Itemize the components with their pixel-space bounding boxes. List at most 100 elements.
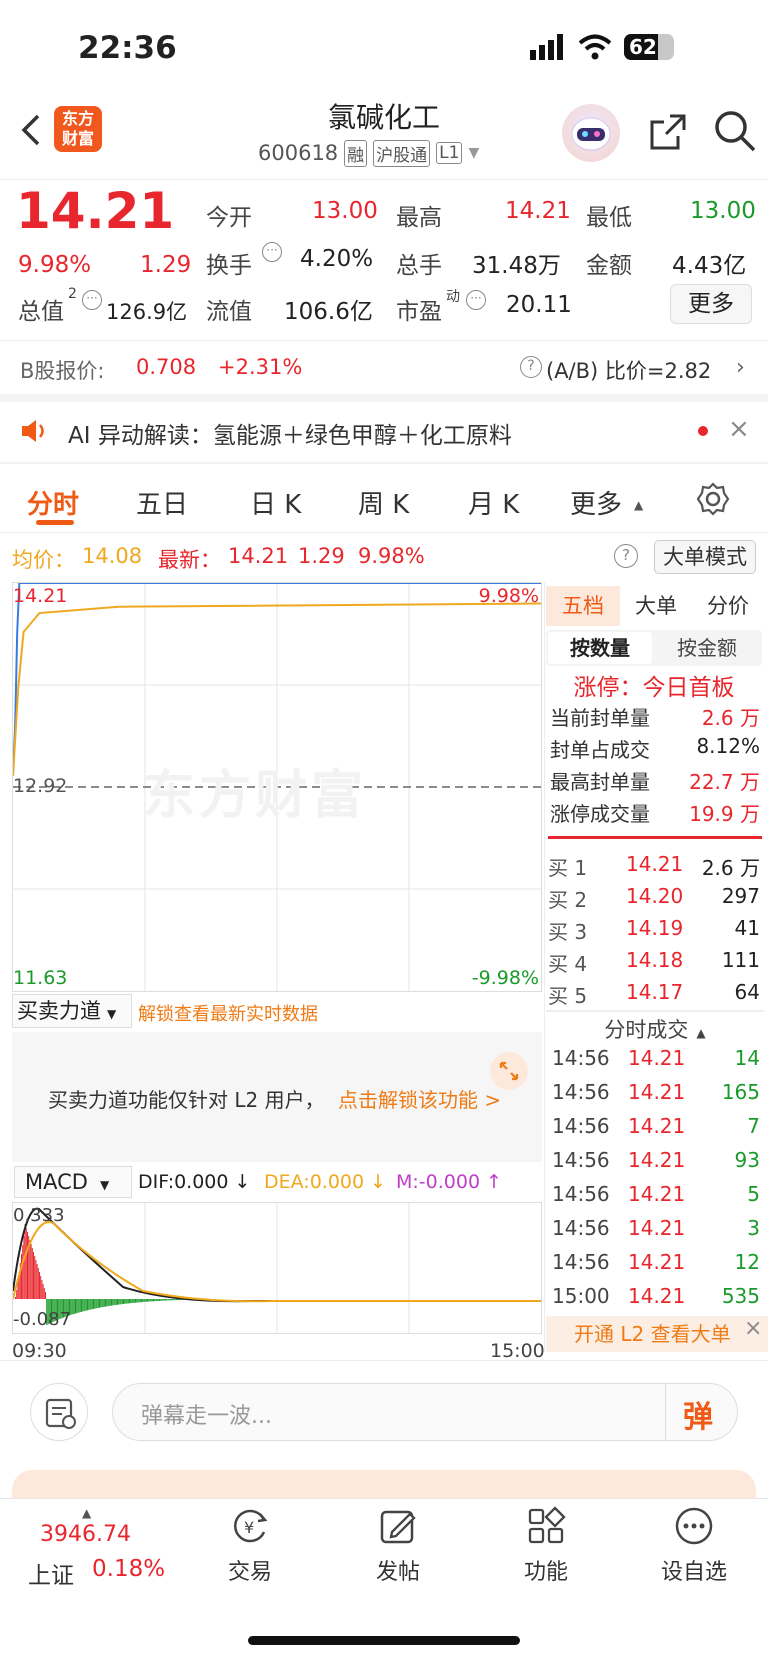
tick-volume: 3 bbox=[747, 1216, 760, 1240]
tab-big-orders[interactable]: 大单 bbox=[622, 586, 690, 626]
subtab-by-quantity[interactable]: 按数量 bbox=[548, 632, 652, 664]
limit-row-value: 8.12% bbox=[696, 734, 760, 758]
tag-level: L1 bbox=[436, 142, 463, 164]
send-danmaku-button[interactable]: 弹 bbox=[683, 1392, 713, 1436]
macd-bar bbox=[165, 1299, 166, 1301]
share-icon[interactable] bbox=[646, 110, 690, 154]
macd-bar bbox=[159, 1299, 160, 1301]
tab-five-day[interactable]: 五日 bbox=[136, 484, 188, 521]
tab-month-k[interactable]: 月 K bbox=[468, 484, 519, 521]
tick-row: 14:56 14.21 7 bbox=[548, 1114, 764, 1146]
tick-volume: 93 bbox=[734, 1148, 760, 1172]
macd-bar bbox=[91, 1299, 93, 1310]
close-icon[interactable]: × bbox=[728, 414, 750, 444]
macd-chart[interactable]: 0.333 -0.087 bbox=[12, 1202, 542, 1334]
macd-bar bbox=[33, 1252, 34, 1299]
bid-row: 买 5 14.17 64 bbox=[548, 980, 764, 1010]
more-button[interactable]: 更多 bbox=[670, 284, 752, 324]
bid-price: 14.20 bbox=[626, 884, 684, 908]
x-end-label: 15:00 bbox=[490, 1340, 545, 1362]
volume-value: 31.48万 bbox=[472, 253, 561, 279]
battery-level: 62 bbox=[629, 35, 657, 59]
tab-more[interactable]: 更多 bbox=[570, 484, 622, 521]
expand-icon[interactable] bbox=[490, 1052, 528, 1090]
force-label: 买卖力道 bbox=[17, 999, 101, 1023]
force-header: 买卖力道 ▼ 解锁查看最新实时数据 bbox=[12, 994, 542, 1030]
tab-intraday[interactable]: 分时 bbox=[27, 484, 79, 521]
macd-bar bbox=[87, 1299, 88, 1311]
macd-bar bbox=[161, 1299, 163, 1301]
macd-bar bbox=[109, 1299, 111, 1306]
bid-label: 买 1 bbox=[548, 856, 588, 880]
latest-value: 14.21 bbox=[228, 544, 289, 568]
speaker-icon bbox=[20, 418, 50, 444]
macd-bar bbox=[150, 1299, 152, 1302]
macd-bar bbox=[42, 1284, 44, 1299]
ai-insight-bar[interactable]: AI 异动解读：氢能源＋绿色甲醇＋化工原料 × bbox=[0, 402, 768, 462]
nav-post[interactable]: 发帖 bbox=[343, 1506, 453, 1586]
tab-week-k[interactable]: 周 K bbox=[358, 484, 409, 521]
robot-assistant-icon[interactable] bbox=[562, 104, 620, 162]
tab-day-k[interactable]: 日 K bbox=[250, 484, 301, 521]
macd-dea: DEA:0.000 ↓ bbox=[264, 1171, 387, 1193]
latest-pct: 9.98% bbox=[358, 544, 425, 568]
danmaku-list-icon[interactable] bbox=[30, 1383, 88, 1441]
tick-row: 14:56 14.21 5 bbox=[548, 1182, 764, 1214]
big-order-mode-button[interactable]: 大单模式 bbox=[654, 540, 756, 574]
high-label: 最高 bbox=[396, 205, 442, 231]
gear-icon[interactable] bbox=[696, 482, 730, 516]
index-value: 3946.74 bbox=[40, 1522, 131, 1547]
tick-time: 14:56 bbox=[552, 1148, 610, 1172]
force-dropdown[interactable]: 买卖力道 ▼ bbox=[12, 994, 132, 1028]
tick-volume: 7 bbox=[747, 1114, 760, 1138]
limit-row-label: 涨停成交量 bbox=[550, 802, 650, 826]
divider bbox=[0, 532, 768, 533]
y-top-label: 14.21 bbox=[13, 585, 68, 607]
subtab-by-amount[interactable]: 按金额 bbox=[654, 632, 760, 664]
divider bbox=[0, 1360, 768, 1361]
macd-bar bbox=[132, 1299, 134, 1303]
info-icon[interactable]: ··· bbox=[82, 290, 102, 310]
force-notice: 买卖力道功能仅针对 L2 用户， bbox=[48, 1088, 325, 1112]
pct-bottom-label: -9.98% bbox=[471, 967, 539, 989]
chevron-down-icon: ▼ bbox=[99, 1178, 110, 1192]
question-icon[interactable]: ? bbox=[520, 356, 542, 378]
index-ticker[interactable]: ▲ 3946.74 上证 0.18% bbox=[16, 1506, 166, 1606]
tab-price-dist[interactable]: 分价 bbox=[692, 586, 764, 626]
macd-bar bbox=[41, 1280, 43, 1299]
macd-bar bbox=[126, 1299, 128, 1304]
macd-bar bbox=[124, 1299, 126, 1304]
nav-trade[interactable]: ¥ 交易 bbox=[195, 1506, 305, 1586]
question-icon[interactable]: ? bbox=[614, 544, 638, 568]
tab-five-levels[interactable]: 五档 bbox=[546, 586, 620, 626]
macd-bar bbox=[117, 1299, 118, 1305]
macd-bar bbox=[141, 1299, 142, 1303]
danmaku-input[interactable]: 弹幕走一波... 弹 bbox=[112, 1383, 738, 1441]
force-unlock-link[interactable]: 点击解锁该功能 > bbox=[338, 1084, 501, 1113]
open-l2-button[interactable]: 开通 L2 查看大单 bbox=[546, 1316, 768, 1352]
bid-row: 买 4 14.18 111 bbox=[548, 948, 764, 978]
close-icon[interactable]: × bbox=[744, 1316, 762, 1341]
b-share-row[interactable]: B股报价: 0.708 +2.31% ? (A/B) 比价=2.82 › bbox=[0, 341, 768, 393]
unlock-link[interactable]: 解锁查看最新实时数据 bbox=[138, 1000, 318, 1026]
tick-price: 14.21 bbox=[628, 1284, 686, 1308]
search-icon[interactable] bbox=[712, 108, 758, 154]
intraday-chart[interactable]: 东方财富 14.21 12.92 11.63 9.98% -9.98% bbox=[12, 582, 542, 992]
ticks-header[interactable]: 分时成交 ▲ bbox=[546, 1014, 764, 1046]
b-share-price: 0.708 bbox=[136, 355, 197, 379]
info-icon[interactable]: ··· bbox=[466, 290, 486, 310]
stock-code-row[interactable]: 600618 融 沪股通 L1 ▼ bbox=[258, 138, 479, 168]
pe-label: 市盈 bbox=[396, 299, 442, 325]
macd-bar bbox=[30, 1244, 32, 1299]
macd-bar bbox=[97, 1299, 99, 1308]
limit-row: 涨停成交量 19.9 万 bbox=[548, 798, 764, 828]
open-value: 13.00 bbox=[312, 198, 378, 224]
nav-add-watchlist[interactable]: 设自选 bbox=[639, 1506, 749, 1586]
l2-button-label: 开通 L2 查看大单 bbox=[574, 1322, 731, 1346]
macd-dropdown[interactable]: MACD ▼ bbox=[14, 1166, 132, 1198]
info-icon[interactable]: ··· bbox=[262, 242, 282, 262]
nav-functions[interactable]: 功能 bbox=[491, 1506, 601, 1586]
macd-bar bbox=[136, 1299, 138, 1303]
tick-price: 14.21 bbox=[628, 1250, 686, 1274]
chevron-down-icon: ▼ bbox=[107, 1007, 117, 1021]
